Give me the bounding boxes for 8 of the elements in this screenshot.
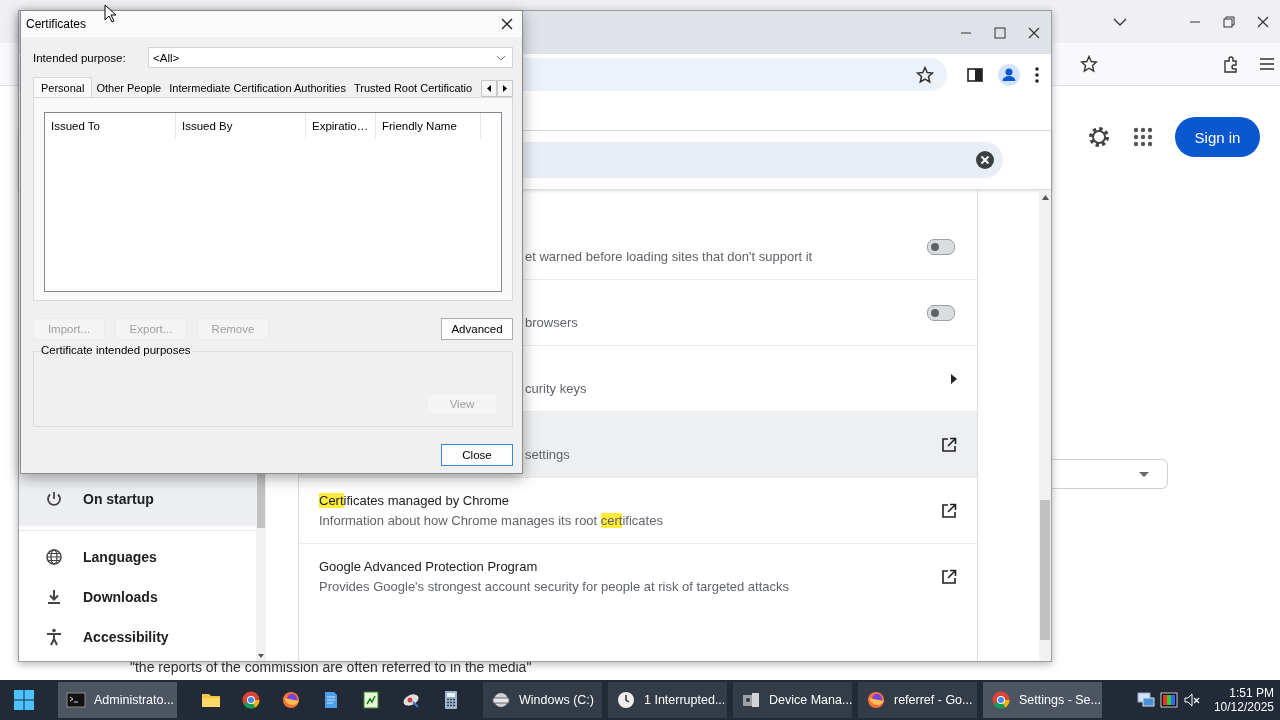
setting-description: curity keys [525, 381, 588, 396]
setting-description: et warned before loading sites that don't support it [525, 249, 814, 264]
field-label: Intended purpose: [33, 51, 127, 64]
setting-description: browsers [525, 315, 579, 330]
setting-description: settings [525, 447, 571, 462]
dialog-title: Certificates [26, 17, 87, 31]
setting-description: Provides Google's strongest account security for people at risk of targeted attacks [319, 579, 790, 594]
group-title: Certificate intended purposes [41, 344, 193, 356]
